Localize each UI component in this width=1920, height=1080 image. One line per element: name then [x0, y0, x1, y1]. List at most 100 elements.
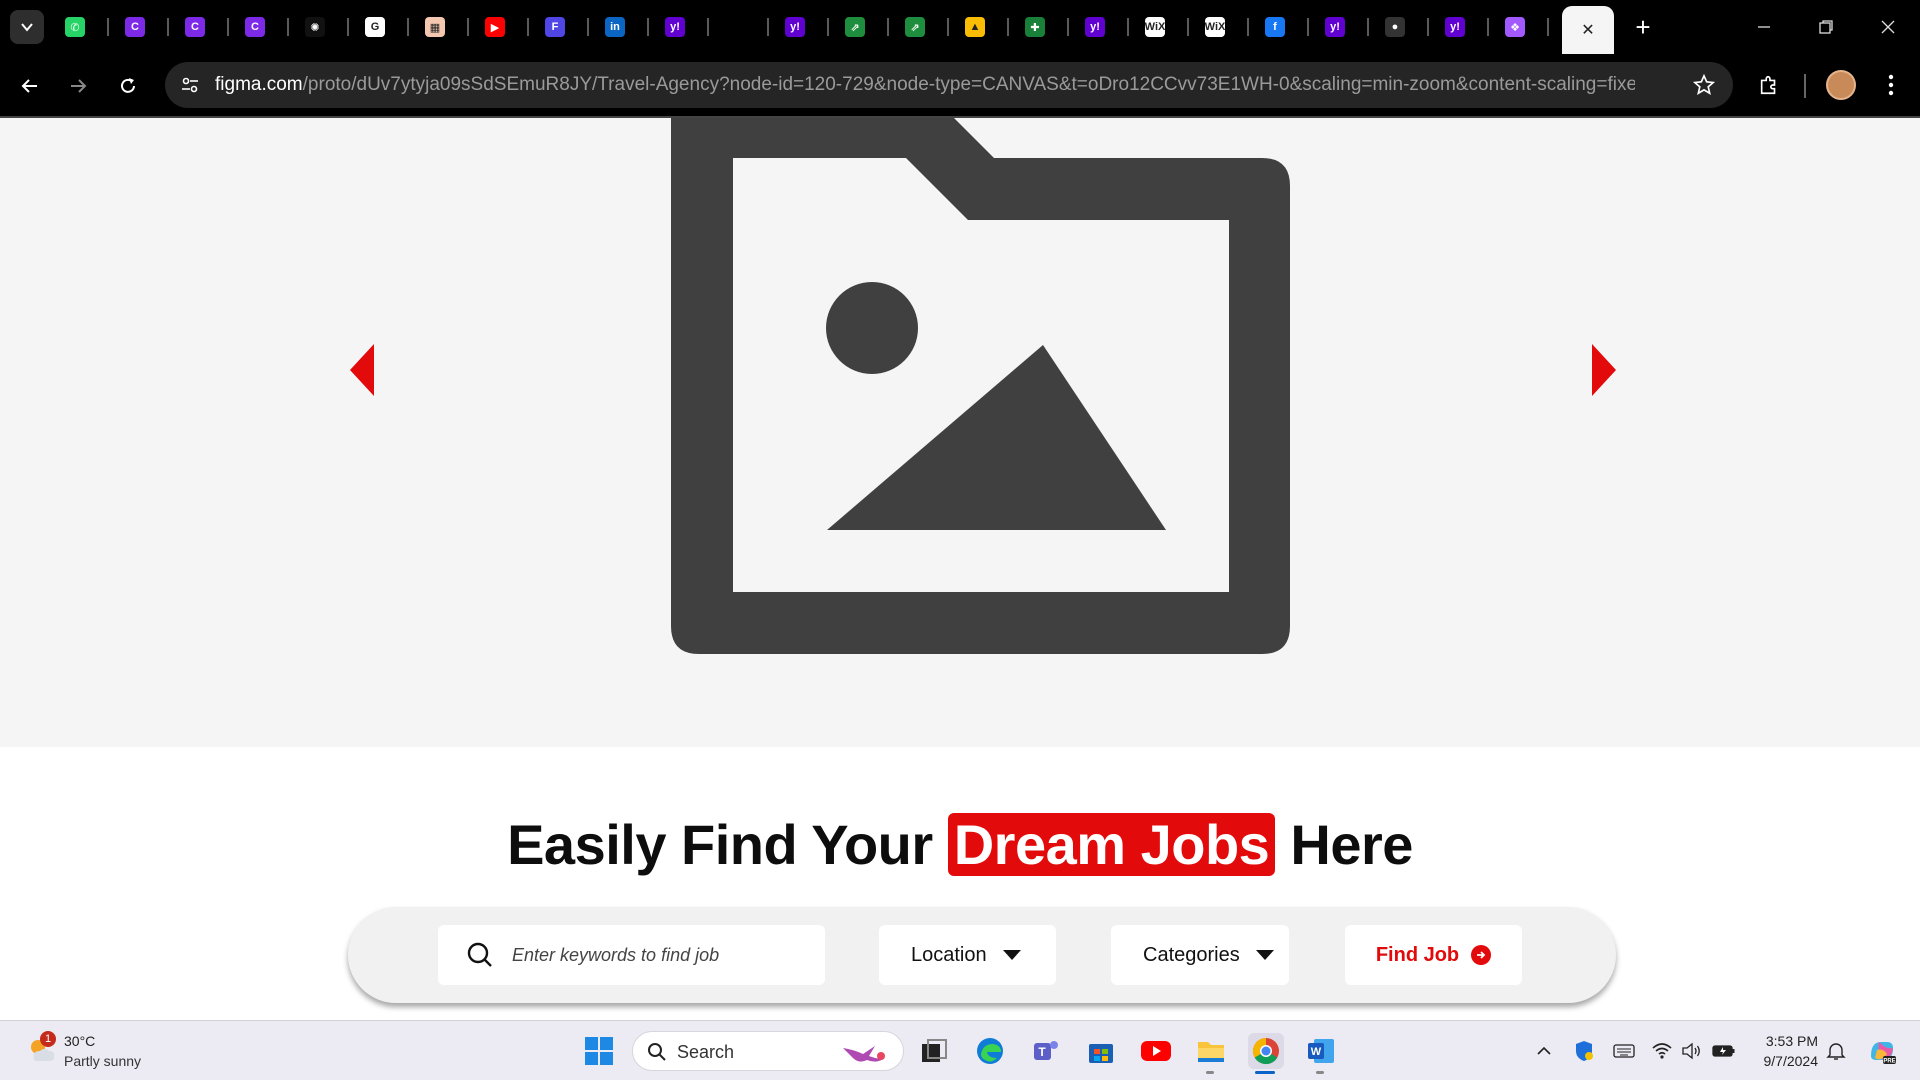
store-app[interactable]	[1083, 1033, 1119, 1069]
browser-menu-button[interactable]	[1876, 70, 1906, 100]
file-explorer-app[interactable]	[1193, 1033, 1229, 1069]
teams-app[interactable]: T	[1028, 1033, 1064, 1069]
carousel-prev-arrow[interactable]	[346, 340, 380, 400]
tab-figma[interactable]: ❖	[1500, 12, 1530, 42]
url-text[interactable]: figma.com/proto/dUv7ytyja09sSdSEmuR8JY/T…	[215, 74, 1635, 96]
carousel-next-arrow[interactable]	[1586, 340, 1620, 400]
tab-github[interactable]: ●	[1380, 12, 1410, 42]
battery-charging-icon	[1712, 1045, 1735, 1057]
tab-yahoo-2[interactable]: y!	[780, 12, 810, 42]
profile-avatar[interactable]	[1826, 70, 1856, 100]
tab-separator	[407, 18, 409, 36]
tab-canva-3[interactable]: C	[240, 12, 270, 42]
tab-canva-1[interactable]: C	[120, 12, 150, 42]
active-tab[interactable]: ✕	[1562, 6, 1614, 54]
tab-sheets-link-2[interactable]: ⇗	[900, 12, 930, 42]
sheets-icon: ✚	[1025, 17, 1045, 37]
tab-youtube[interactable]: ▶	[480, 12, 510, 42]
keyboard-tray[interactable]	[1612, 1039, 1636, 1063]
bookmark-button[interactable]	[1689, 70, 1719, 100]
forms-icon: F	[545, 17, 565, 37]
chrome-app[interactable]	[1248, 1033, 1284, 1069]
close-tab-icon[interactable]: ✕	[1581, 20, 1594, 40]
tab-separator	[767, 18, 769, 36]
tab-wix-2[interactable]: WiX	[1200, 12, 1230, 42]
minimize-button[interactable]	[1744, 8, 1784, 46]
shield-icon	[1576, 1041, 1593, 1061]
tab-forms[interactable]: F	[540, 12, 570, 42]
tab-separator	[347, 18, 349, 36]
yahoo-4-icon: y!	[1325, 17, 1345, 37]
find-job-label: Find Job	[1375, 943, 1460, 966]
tab-blank[interactable]	[720, 12, 750, 42]
tab-separator	[1427, 18, 1429, 36]
extensions-button[interactable]	[1752, 68, 1786, 102]
chatgpt-icon: ✺	[305, 17, 325, 37]
tab-photo[interactable]: ▦	[420, 12, 450, 42]
wifi-tray[interactable]	[1650, 1039, 1674, 1063]
address-bar[interactable]: figma.com/proto/dUv7ytyja09sSdSEmuR8JY/T…	[165, 62, 1733, 108]
yahoo-1-icon: y!	[665, 17, 685, 37]
tab-chatgpt[interactable]: ✺	[300, 12, 330, 42]
show-hidden-icons-button[interactable]	[1532, 1039, 1556, 1063]
tab-sheets-link-1[interactable]: ⇗	[840, 12, 870, 42]
hero-carousel	[0, 118, 1920, 747]
tab-linkedin[interactable]: in	[600, 12, 630, 42]
clock-date: 9/7/2024	[1763, 1053, 1819, 1069]
tab-separator	[167, 18, 169, 36]
tab-search-button[interactable]	[10, 10, 44, 44]
image-placeholder-icon	[671, 118, 1290, 654]
search-icon	[467, 942, 492, 967]
tab-yahoo-4[interactable]: y!	[1320, 12, 1350, 42]
google-icon: G	[365, 17, 385, 37]
weather-widget[interactable]: 1 30°C Partly sunny	[24, 1031, 164, 1073]
keyword-field[interactable]	[438, 925, 825, 985]
task-view-button[interactable]	[916, 1033, 952, 1069]
yahoo-5-icon: y!	[1445, 17, 1465, 37]
site-info-button[interactable]	[175, 70, 205, 100]
start-button[interactable]	[581, 1033, 617, 1069]
back-button[interactable]	[14, 70, 46, 102]
tab-drive[interactable]: ▲	[960, 12, 990, 42]
tab-separator	[1187, 18, 1189, 36]
yahoo-3-icon: y!	[1085, 17, 1105, 37]
keyword-input[interactable]	[512, 944, 812, 966]
tab-google[interactable]: G	[360, 12, 390, 42]
chevron-down-icon	[21, 23, 33, 32]
categories-dropdown[interactable]: Categories	[1111, 925, 1289, 985]
copilot-button[interactable]: PRE	[1866, 1035, 1898, 1067]
tab-canva-2[interactable]: C	[180, 12, 210, 42]
edge-icon	[977, 1038, 1003, 1064]
taskbar-search[interactable]: Search	[632, 1031, 904, 1071]
find-job-button[interactable]: Find Job	[1345, 925, 1522, 985]
word-app[interactable]: W	[1303, 1033, 1339, 1069]
tab-yahoo-3[interactable]: y!	[1080, 12, 1110, 42]
tab-separator	[227, 18, 229, 36]
tab-wix-1[interactable]: WiX	[1140, 12, 1170, 42]
speaker-icon	[1682, 1042, 1700, 1060]
volume-tray[interactable]	[1680, 1039, 1704, 1063]
restore-button[interactable]	[1806, 8, 1846, 46]
tab-facebook[interactable]: f	[1260, 12, 1290, 42]
forward-button[interactable]	[62, 70, 94, 102]
tab-yahoo-5[interactable]: y!	[1440, 12, 1470, 42]
tab-yahoo-1[interactable]: y!	[660, 12, 690, 42]
edge-app[interactable]	[972, 1033, 1008, 1069]
sheets-link-1-icon: ⇗	[845, 17, 865, 37]
bell-icon	[1826, 1043, 1846, 1060]
tab-separator	[467, 18, 469, 36]
battery-tray[interactable]	[1712, 1039, 1736, 1063]
new-tab-button[interactable]: +	[1628, 12, 1658, 42]
youtube-app[interactable]	[1138, 1033, 1174, 1069]
reload-button[interactable]	[112, 70, 144, 102]
headline-highlight: Dream Jobs	[947, 813, 1276, 876]
notifications-button[interactable]	[1824, 1039, 1848, 1063]
close-window-button[interactable]	[1868, 8, 1908, 46]
system-clock[interactable]: 3:53 PM 9/7/2024	[1748, 1031, 1819, 1071]
tab-sheets[interactable]: ✚	[1020, 12, 1050, 42]
tab-whatsapp[interactable]: ✆	[60, 12, 90, 42]
canva-2-icon: C	[185, 17, 205, 37]
location-dropdown[interactable]: Location	[879, 925, 1056, 985]
tab-separator	[827, 18, 829, 36]
defender-tray[interactable]	[1572, 1039, 1596, 1063]
